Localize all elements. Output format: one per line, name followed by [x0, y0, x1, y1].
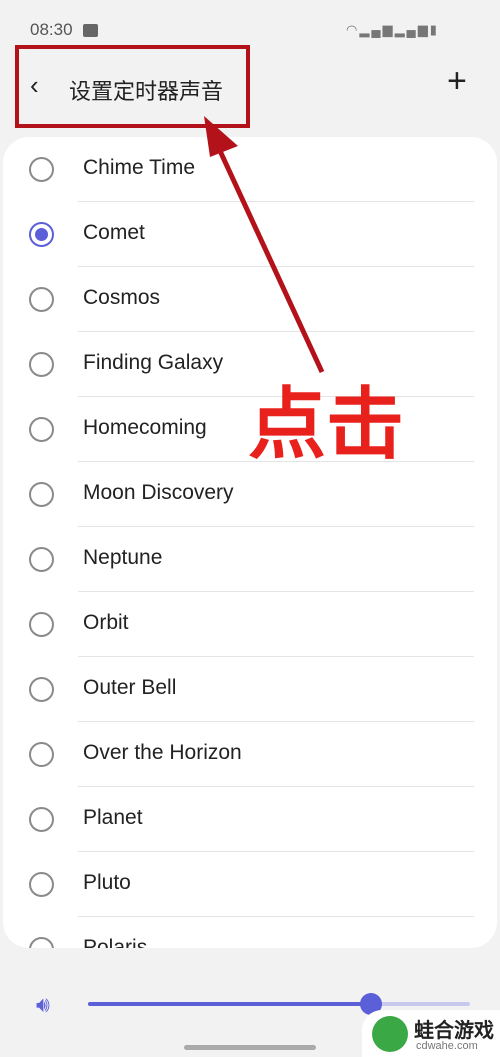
radio-button[interactable] [29, 742, 54, 767]
sound-label: Neptune [83, 546, 163, 569]
watermark-url: cdwahe.com [416, 1040, 478, 1052]
sound-option[interactable]: Polaris [3, 917, 497, 948]
radio-button[interactable] [29, 937, 54, 948]
sound-label: Pluto [83, 871, 131, 894]
watermark-name: 蛙合游戏 [414, 1020, 494, 1042]
sound-label: Orbit [83, 611, 129, 634]
speaker-icon[interactable]: 🔊︎ [36, 992, 50, 1018]
sound-option[interactable]: Pluto [3, 852, 497, 917]
sound-label: Outer Bell [83, 676, 177, 699]
sound-option[interactable]: Over the Horizon [3, 722, 497, 787]
sound-label: Over the Horizon [83, 741, 242, 764]
volume-slider[interactable] [88, 993, 470, 1015]
sound-option[interactable]: Planet [3, 787, 497, 852]
sound-label: Polaris [83, 936, 148, 948]
sound-label: Planet [83, 806, 143, 829]
sound-option[interactable]: Orbit [3, 592, 497, 657]
sound-option[interactable]: Neptune [3, 527, 497, 592]
annotation-text: 点击 [248, 380, 405, 468]
sound-option[interactable]: Outer Bell [3, 657, 497, 722]
watermark: 蛙合游戏 cdwahe.com [362, 1010, 500, 1057]
frog-logo-icon [372, 1016, 408, 1052]
radio-button[interactable] [29, 677, 54, 702]
radio-button[interactable] [29, 872, 54, 897]
radio-button[interactable] [29, 612, 54, 637]
home-indicator[interactable] [184, 1045, 316, 1050]
radio-button[interactable] [29, 547, 54, 572]
radio-button[interactable] [29, 807, 54, 832]
volume-slider-fill [88, 1002, 371, 1006]
